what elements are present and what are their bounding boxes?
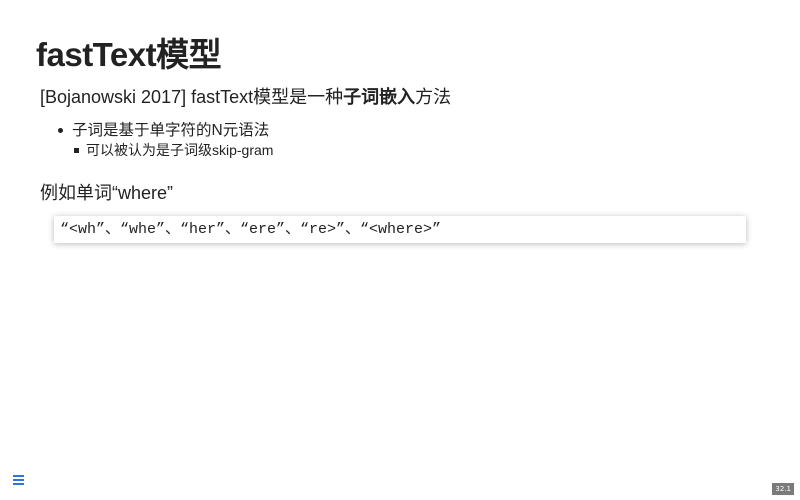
sub-bullet-text: 可以被认为是子词级skip-gram bbox=[86, 142, 274, 158]
page-number-badge: 32.1 bbox=[772, 483, 794, 495]
sub-bullet-list: 可以被认为是子词级skip-gram bbox=[72, 141, 273, 159]
menu-bar-top bbox=[13, 475, 24, 477]
menu-bar-middle bbox=[13, 479, 24, 481]
subtitle-suffix: 方法 bbox=[415, 87, 452, 107]
bullet-text: 子词是基于单字符的N元语法 bbox=[72, 122, 270, 139]
hamburger-menu-icon[interactable] bbox=[12, 473, 26, 487]
menu-bar-bottom bbox=[13, 483, 24, 485]
square-bullet-icon bbox=[74, 148, 79, 153]
code-block: “<wh”、“whe”、“her”、“ere”、“re>”、“<where>” bbox=[54, 216, 746, 243]
bullet-item: 子词是基于单字符的N元语法 可以被认为是子词级skip-gram bbox=[56, 120, 273, 159]
subtitle-emphasis: 子词嵌入 bbox=[343, 87, 416, 107]
example-heading: 例如单词“where” bbox=[40, 183, 174, 203]
subtitle-prefix: [Bojanowski 2017] fastText模型是一种 bbox=[40, 87, 344, 107]
slide-subtitle: [Bojanowski 2017] fastText模型是一种子词嵌入方法 bbox=[40, 83, 451, 109]
sub-bullet-item: 可以被认为是子词级skip-gram bbox=[72, 141, 273, 159]
bullet-list: 子词是基于单字符的N元语法 可以被认为是子词级skip-gram bbox=[56, 120, 273, 159]
bullet-dot-icon bbox=[58, 128, 63, 133]
slide: fastText模型 [Bojanowski 2017] fastText模型是… bbox=[0, 0, 800, 500]
slide-title: fastText模型 bbox=[36, 36, 222, 73]
